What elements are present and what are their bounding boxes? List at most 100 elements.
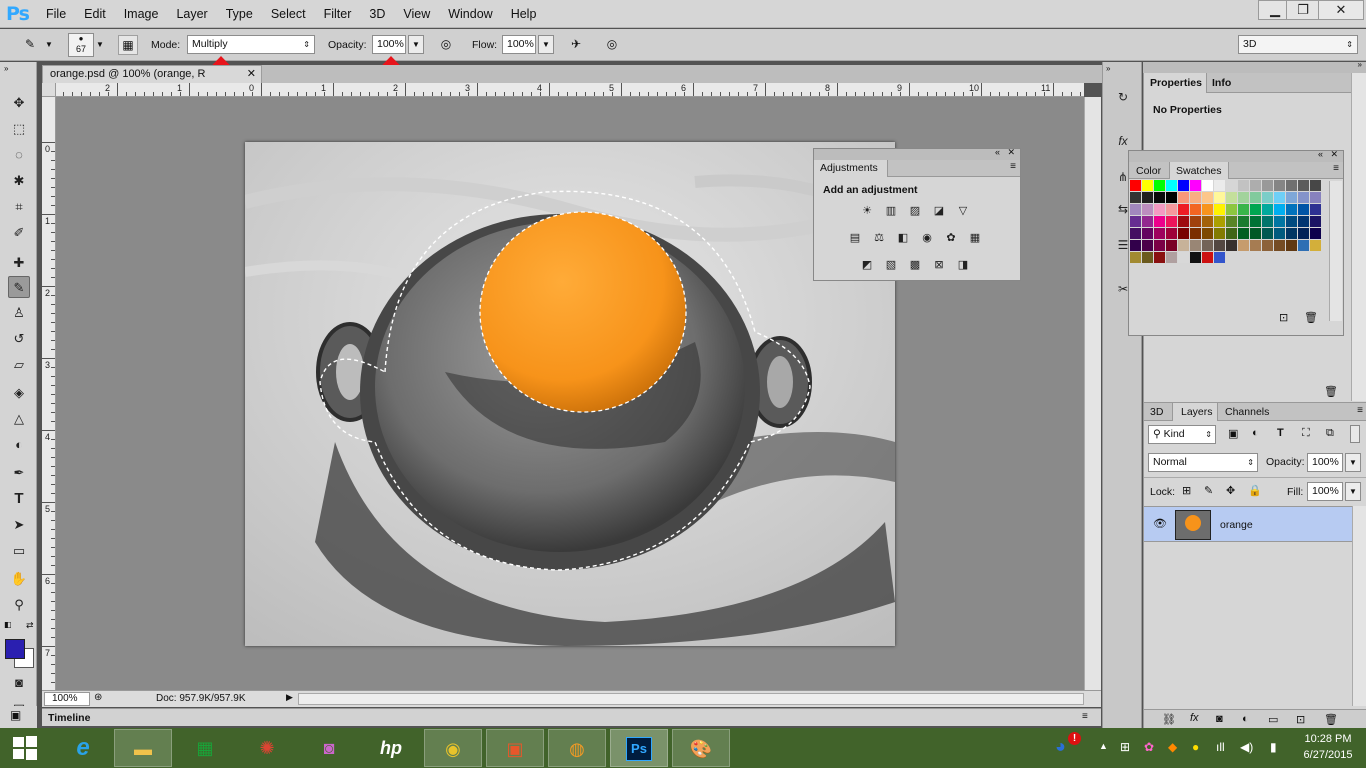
swatch[interactable]	[1238, 240, 1249, 251]
clock-date[interactable]: 6/27/2015	[1302, 749, 1354, 761]
store-icon[interactable]: ▦	[176, 729, 234, 767]
close-button[interactable]: ✕	[1318, 0, 1364, 20]
tray-network-icon[interactable]: ●	[1192, 740, 1199, 754]
start-button[interactable]	[0, 729, 50, 767]
swatch[interactable]	[1286, 180, 1297, 191]
menu-view[interactable]: View	[403, 7, 430, 21]
chrome-icon[interactable]: ◉	[424, 729, 482, 767]
hp-icon[interactable]: hp	[362, 729, 420, 767]
swatches-menu-icon[interactable]: ≡	[1333, 163, 1339, 174]
menu-select[interactable]: Select	[271, 7, 306, 21]
layer-mask-icon[interactable]: ◙	[1216, 713, 1223, 725]
adjustments-tab[interactable]: Adjustments	[814, 160, 888, 177]
swatch[interactable]	[1190, 228, 1201, 239]
swatch[interactable]	[1226, 240, 1237, 251]
new-group-icon[interactable]: ▭	[1268, 713, 1278, 726]
layer-opacity-dropdown-icon[interactable]: ▼	[1345, 453, 1361, 472]
hand-tool-icon[interactable]: ✋	[8, 568, 30, 590]
screen-mode-toggle-icon[interactable]: ▣	[10, 708, 21, 722]
brush-tool-button-icon[interactable]: ✎	[8, 276, 30, 298]
swatch[interactable]	[1238, 180, 1249, 191]
menu-layer[interactable]: Layer	[176, 7, 207, 21]
healing-brush-tool-icon[interactable]: ✚	[8, 252, 30, 274]
swatch[interactable]	[1202, 240, 1213, 251]
internet-explorer-icon[interactable]: e	[54, 729, 112, 767]
filter-toggle[interactable]	[1350, 425, 1360, 443]
layers-menu-icon[interactable]: ≡	[1357, 405, 1363, 416]
swatch[interactable]	[1154, 228, 1165, 239]
paint-icon[interactable]: 🎨	[672, 729, 730, 767]
swatch[interactable]	[1250, 204, 1261, 215]
info-tab[interactable]: Info	[1212, 77, 1231, 89]
swatch[interactable]	[1310, 204, 1321, 215]
document-canvas[interactable]	[245, 142, 895, 646]
selective-color-icon[interactable]: ⊠	[930, 256, 948, 272]
brush-tool-icon[interactable]: ✎	[20, 35, 40, 55]
swatch[interactable]	[1226, 180, 1237, 191]
swatch[interactable]	[1142, 216, 1153, 227]
swatch[interactable]	[1214, 240, 1225, 251]
swatch[interactable]	[1130, 252, 1141, 263]
file-explorer-icon[interactable]: ▬	[114, 729, 172, 767]
swatch[interactable]	[1214, 252, 1225, 263]
swatch[interactable]	[1130, 180, 1141, 191]
swatch[interactable]	[1154, 216, 1165, 227]
swatch[interactable]	[1190, 216, 1201, 227]
mode-select[interactable]: Multiply ⇕	[187, 35, 315, 54]
swatch[interactable]	[1226, 228, 1237, 239]
status-menu-arrow-icon[interactable]: ▶	[286, 692, 293, 703]
swatch[interactable]	[1226, 204, 1237, 215]
threshold-icon[interactable]: ▩	[906, 256, 924, 272]
swatch[interactable]	[1250, 216, 1261, 227]
swatch[interactable]	[1214, 180, 1225, 191]
swatch[interactable]	[1178, 216, 1189, 227]
ruler-origin[interactable]	[42, 83, 56, 97]
pressure-size-icon[interactable]: ◎	[602, 35, 622, 55]
lock-image-icon[interactable]: ✎	[1204, 484, 1213, 497]
pen-tool-icon[interactable]: ✒	[8, 462, 30, 484]
collapse-tools-icon[interactable]: »	[4, 64, 8, 73]
invert-icon[interactable]: ◩	[858, 256, 876, 272]
swatch[interactable]	[1202, 228, 1213, 239]
gradient-map-icon[interactable]: ◨	[954, 256, 972, 272]
swatch[interactable]	[1202, 252, 1213, 263]
panel-menu-icon[interactable]: ≡	[1010, 161, 1016, 172]
layer-visibility-eye-icon[interactable]: 👁	[1153, 517, 1167, 530]
swatch[interactable]	[1190, 204, 1201, 215]
delete-swatch-icon[interactable]: 🗑	[1304, 311, 1318, 324]
swatch[interactable]	[1190, 192, 1201, 203]
zoom-level-input[interactable]: 100%	[44, 692, 90, 706]
swatches-scrollbar[interactable]	[1329, 181, 1342, 321]
swatch[interactable]	[1274, 180, 1285, 191]
collapse-panel-icon[interactable]: «	[995, 147, 1000, 157]
dodge-tool-icon[interactable]: ◐	[8, 434, 30, 456]
menu-window[interactable]: Window	[448, 7, 492, 21]
swatch[interactable]	[1130, 228, 1141, 239]
swatch[interactable]	[1262, 204, 1273, 215]
lock-all-icon[interactable]: 🔒	[1248, 484, 1262, 497]
brush-preset-dropdown-icon[interactable]: ▼	[96, 40, 104, 49]
clone-stamp-tool-icon[interactable]: ♙	[8, 302, 30, 324]
swatch[interactable]	[1226, 216, 1237, 227]
flow-input[interactable]: 100%	[502, 35, 536, 54]
close-panel-icon[interactable]: ✕	[1007, 147, 1015, 158]
foreground-color-swatch[interactable]	[5, 639, 25, 659]
swatch[interactable]	[1250, 228, 1261, 239]
swatches-tab[interactable]: Swatches	[1169, 162, 1229, 179]
exposure-icon[interactable]: ◪	[930, 202, 948, 218]
color-tab[interactable]: Color	[1136, 165, 1161, 177]
color-balance-icon[interactable]: ⚖	[870, 229, 888, 245]
horizontal-ruler[interactable]: 2 1 0 1 2 3 4 5 6 7 8 9 10 11	[42, 83, 1084, 97]
levels-icon[interactable]: ▥	[882, 202, 900, 218]
battery-icon[interactable]: ▮	[1270, 740, 1277, 754]
quick-mask-icon[interactable]: ◙	[8, 672, 30, 694]
swatch[interactable]	[1214, 192, 1225, 203]
timeline-tab[interactable]: Timeline	[48, 712, 90, 724]
fill-input[interactable]: 100%	[1307, 482, 1343, 501]
zoom-tool-icon[interactable]: ⚲	[8, 594, 30, 616]
notification-app-icon[interactable]: ◕	[1055, 736, 1066, 757]
swatch[interactable]	[1274, 216, 1285, 227]
swatch[interactable]	[1310, 216, 1321, 227]
swatch[interactable]	[1238, 192, 1249, 203]
menu-filter[interactable]: Filter	[324, 7, 352, 21]
